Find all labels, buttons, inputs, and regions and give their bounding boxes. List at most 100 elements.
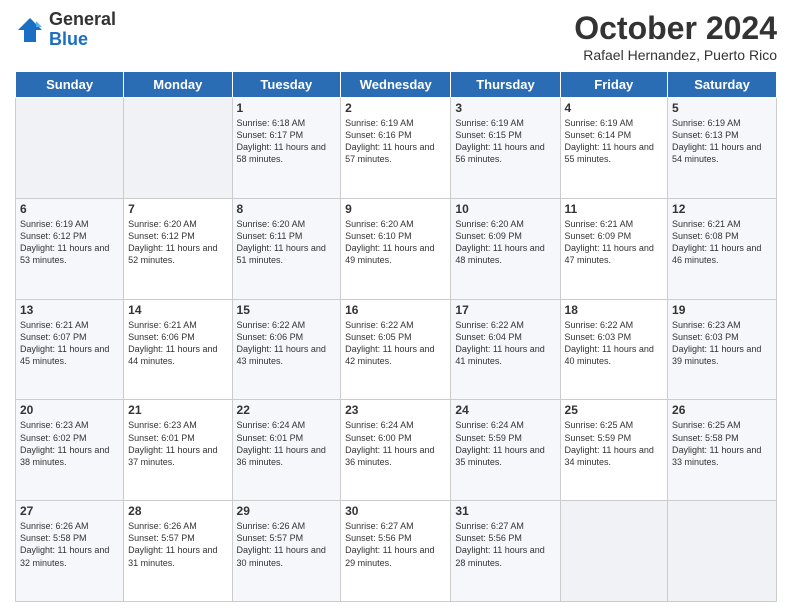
- calendar-cell: 29 Sunrise: 6:26 AM Sunset: 5:57 PM Dayli…: [232, 501, 341, 602]
- day-number: 31: [455, 504, 555, 518]
- calendar-cell: [124, 98, 232, 199]
- calendar-cell: 15Sunrise: 6:22 AM Sunset: 6:06 PM Dayli…: [232, 299, 341, 400]
- day-number: 9: [345, 202, 446, 216]
- calendar-week-1: 1Sunrise: 6:18 AM Sunset: 6:17 PM Daylig…: [16, 98, 777, 199]
- day-header-wednesday: Wednesday: [341, 72, 451, 98]
- calendar-cell: [668, 501, 777, 602]
- day-number: 14: [128, 303, 227, 317]
- cell-info: Sunrise: 6:27 AM Sunset: 5:56 PM Dayligh…: [455, 520, 555, 569]
- calendar-cell: 5 Sunrise: 6:19 AM Sunset: 6:13 PM Daylig…: [668, 98, 777, 199]
- cell-info: Sunrise: 6:24 AM Sunset: 6:00 PM Dayligh…: [345, 419, 446, 468]
- calendar-cell: 11 Sunrise: 6:21 AM Sunset: 6:09 PM Dayli…: [560, 198, 668, 299]
- cell-info: Sunrise: 6:19 AM Sunset: 6:15 PM Dayligh…: [455, 117, 555, 166]
- day-number: 8: [237, 202, 337, 216]
- title-block: October 2024 Rafael Hernandez, Puerto Ri…: [574, 10, 777, 63]
- day-number: 4: [565, 101, 664, 115]
- calendar-cell: 26 Sunrise: 6:25 AM Sunset: 5:58 PM Dayli…: [668, 400, 777, 501]
- day-number: 3: [455, 101, 555, 115]
- location-subtitle: Rafael Hernandez, Puerto Rico: [574, 47, 777, 63]
- calendar-cell: 9 Sunrise: 6:20 AM Sunset: 6:10 PM Daylig…: [341, 198, 451, 299]
- calendar-cell: 12Sunrise: 6:21 AM Sunset: 6:08 PM Dayli…: [668, 198, 777, 299]
- cell-info: Sunrise: 6:19 AM Sunset: 6:12 PM Dayligh…: [20, 218, 119, 267]
- day-number: 22: [237, 403, 337, 417]
- day-number: 10: [455, 202, 555, 216]
- calendar-cell: 21 Sunrise: 6:23 AM Sunset: 6:01 PM Dayli…: [124, 400, 232, 501]
- calendar-cell: 24 Sunrise: 6:24 AM Sunset: 5:59 PM Dayli…: [451, 400, 560, 501]
- day-number: 18: [565, 303, 664, 317]
- day-number: 21: [128, 403, 227, 417]
- cell-info: Sunrise: 6:21 AM Sunset: 6:06 PM Dayligh…: [128, 319, 227, 368]
- header: General Blue October 2024 Rafael Hernand…: [15, 10, 777, 63]
- cell-info: Sunrise: 6:20 AM Sunset: 6:11 PM Dayligh…: [237, 218, 337, 267]
- cell-info: Sunrise: 6:20 AM Sunset: 6:09 PM Dayligh…: [455, 218, 555, 267]
- calendar-table: SundayMondayTuesdayWednesdayThursdayFrid…: [15, 71, 777, 602]
- cell-info: Sunrise: 6:26 AM Sunset: 5:57 PM Dayligh…: [128, 520, 227, 569]
- day-number: 1: [237, 101, 337, 115]
- calendar-cell: 14 Sunrise: 6:21 AM Sunset: 6:06 PM Dayli…: [124, 299, 232, 400]
- cell-info: Sunrise: 6:21 AM Sunset: 6:07 PM Dayligh…: [20, 319, 119, 368]
- cell-info: Sunrise: 6:23 AM Sunset: 6:03 PM Dayligh…: [672, 319, 772, 368]
- day-header-monday: Monday: [124, 72, 232, 98]
- calendar-cell: 2Sunrise: 6:19 AM Sunset: 6:16 PM Daylig…: [341, 98, 451, 199]
- day-number: 24: [455, 403, 555, 417]
- logo-text: General Blue: [49, 10, 116, 50]
- cell-info: Sunrise: 6:25 AM Sunset: 5:59 PM Dayligh…: [565, 419, 664, 468]
- cell-info: Sunrise: 6:23 AM Sunset: 6:01 PM Dayligh…: [128, 419, 227, 468]
- cell-info: Sunrise: 6:20 AM Sunset: 6:10 PM Dayligh…: [345, 218, 446, 267]
- calendar-cell: 10 Sunrise: 6:20 AM Sunset: 6:09 PM Dayli…: [451, 198, 560, 299]
- cell-info: Sunrise: 6:24 AM Sunset: 6:01 PM Dayligh…: [237, 419, 337, 468]
- day-number: 2: [345, 101, 446, 115]
- cell-info: Sunrise: 6:22 AM Sunset: 6:05 PM Dayligh…: [345, 319, 446, 368]
- calendar-week-2: 6 Sunrise: 6:19 AM Sunset: 6:12 PM Daylig…: [16, 198, 777, 299]
- calendar-cell: [16, 98, 124, 199]
- day-number: 11: [565, 202, 664, 216]
- day-number: 29: [237, 504, 337, 518]
- day-header-friday: Friday: [560, 72, 668, 98]
- calendar-cell: 18 Sunrise: 6:22 AM Sunset: 6:03 PM Dayli…: [560, 299, 668, 400]
- calendar-header-row: SundayMondayTuesdayWednesdayThursdayFrid…: [16, 72, 777, 98]
- calendar-cell: 22 Sunrise: 6:24 AM Sunset: 6:01 PM Dayli…: [232, 400, 341, 501]
- day-number: 23: [345, 403, 446, 417]
- day-number: 30: [345, 504, 446, 518]
- calendar-cell: 19 Sunrise: 6:23 AM Sunset: 6:03 PM Dayli…: [668, 299, 777, 400]
- day-number: 13: [20, 303, 119, 317]
- cell-info: Sunrise: 6:25 AM Sunset: 5:58 PM Dayligh…: [672, 419, 772, 468]
- calendar-cell: [560, 501, 668, 602]
- day-number: 20: [20, 403, 119, 417]
- cell-info: Sunrise: 6:22 AM Sunset: 6:03 PM Dayligh…: [565, 319, 664, 368]
- day-number: 27: [20, 504, 119, 518]
- cell-info: Sunrise: 6:21 AM Sunset: 6:09 PM Dayligh…: [565, 218, 664, 267]
- calendar-cell: 20 Sunrise: 6:23 AM Sunset: 6:02 PM Dayli…: [16, 400, 124, 501]
- cell-info: Sunrise: 6:26 AM Sunset: 5:58 PM Dayligh…: [20, 520, 119, 569]
- cell-info: Sunrise: 6:23 AM Sunset: 6:02 PM Dayligh…: [20, 419, 119, 468]
- cell-info: Sunrise: 6:27 AM Sunset: 5:56 PM Dayligh…: [345, 520, 446, 569]
- calendar-cell: 16Sunrise: 6:22 AM Sunset: 6:05 PM Dayli…: [341, 299, 451, 400]
- day-header-saturday: Saturday: [668, 72, 777, 98]
- calendar-cell: 23 Sunrise: 6:24 AM Sunset: 6:00 PM Dayli…: [341, 400, 451, 501]
- page: General Blue October 2024 Rafael Hernand…: [0, 0, 792, 612]
- cell-info: Sunrise: 6:20 AM Sunset: 6:12 PM Dayligh…: [128, 218, 227, 267]
- cell-info: Sunrise: 6:21 AM Sunset: 6:08 PM Dayligh…: [672, 218, 772, 267]
- day-number: 19: [672, 303, 772, 317]
- day-number: 6: [20, 202, 119, 216]
- calendar-week-5: 27 Sunrise: 6:26 AM Sunset: 5:58 PM Dayli…: [16, 501, 777, 602]
- day-number: 5: [672, 101, 772, 115]
- logo-icon: [15, 15, 45, 45]
- day-header-tuesday: Tuesday: [232, 72, 341, 98]
- calendar-cell: 13 Sunrise: 6:21 AM Sunset: 6:07 PM Dayli…: [16, 299, 124, 400]
- day-number: 17: [455, 303, 555, 317]
- day-number: 28: [128, 504, 227, 518]
- cell-info: Sunrise: 6:19 AM Sunset: 6:13 PM Dayligh…: [672, 117, 772, 166]
- day-number: 25: [565, 403, 664, 417]
- cell-info: Sunrise: 6:24 AM Sunset: 5:59 PM Dayligh…: [455, 419, 555, 468]
- calendar-cell: 27 Sunrise: 6:26 AM Sunset: 5:58 PM Dayli…: [16, 501, 124, 602]
- day-number: 26: [672, 403, 772, 417]
- calendar-cell: 17Sunrise: 6:22 AM Sunset: 6:04 PM Dayli…: [451, 299, 560, 400]
- cell-info: Sunrise: 6:26 AM Sunset: 5:57 PM Dayligh…: [237, 520, 337, 569]
- calendar-cell: 8 Sunrise: 6:20 AM Sunset: 6:11 PM Daylig…: [232, 198, 341, 299]
- calendar-week-4: 20 Sunrise: 6:23 AM Sunset: 6:02 PM Dayli…: [16, 400, 777, 501]
- calendar-cell: 1Sunrise: 6:18 AM Sunset: 6:17 PM Daylig…: [232, 98, 341, 199]
- calendar-cell: 28 Sunrise: 6:26 AM Sunset: 5:57 PM Dayli…: [124, 501, 232, 602]
- calendar-cell: 4Sunrise: 6:19 AM Sunset: 6:14 PM Daylig…: [560, 98, 668, 199]
- logo: General Blue: [15, 10, 116, 50]
